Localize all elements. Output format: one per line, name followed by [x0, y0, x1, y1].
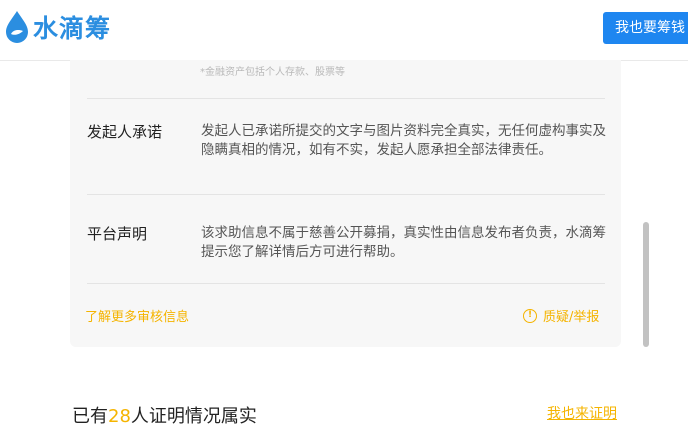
divider: [87, 194, 605, 195]
page: 水滴筹 我也要筹钱 *金融资产包括个人存款、股票等 发起人承诺 发起人已承诺所提…: [0, 0, 688, 439]
report-button[interactable]: ! 质疑/举报: [523, 306, 599, 325]
report-label: 质疑/举报: [543, 310, 600, 325]
exclamation-circle-icon: !: [523, 308, 537, 323]
promise-label: 发起人承诺: [87, 123, 163, 141]
verification-prefix: 已有: [72, 406, 108, 427]
verification-suffix: 人证明情况属实: [130, 406, 257, 427]
top-bar: 水滴筹 我也要筹钱: [0, 0, 688, 61]
logo[interactable]: 水滴筹: [4, 9, 111, 45]
verification-summary: 已有28人证明情况属实: [72, 402, 257, 428]
verify-link[interactable]: 我也来证明: [547, 403, 617, 423]
divider: [87, 98, 605, 99]
start-fundraiser-button[interactable]: 我也要筹钱: [603, 12, 688, 44]
info-card: *金融资产包括个人存款、股票等 发起人承诺 发起人已承诺所提交的文字与图片资料完…: [70, 60, 621, 347]
platform-statement-text: 该求助信息不属于慈善公开募捐，真实性由信息发布者负责，水滴筹提示您了解详情后方可…: [201, 225, 606, 260]
more-review-info-link[interactable]: 了解更多审核信息: [85, 306, 189, 325]
scrollbar-thumb[interactable]: [643, 222, 649, 347]
logo-text: 水滴筹: [33, 14, 112, 43]
divider: [87, 283, 605, 284]
water-drop-icon: [6, 11, 28, 43]
verification-count: 28: [108, 406, 131, 427]
asset-note: *金融资产包括个人存款、股票等: [200, 67, 345, 78]
platform-statement-label: 平台声明: [87, 225, 148, 243]
promise-text: 发起人已承诺所提交的文字与图片资料完全真实，无任何虚构事实及隐瞒真相的情况，如有…: [201, 123, 606, 158]
